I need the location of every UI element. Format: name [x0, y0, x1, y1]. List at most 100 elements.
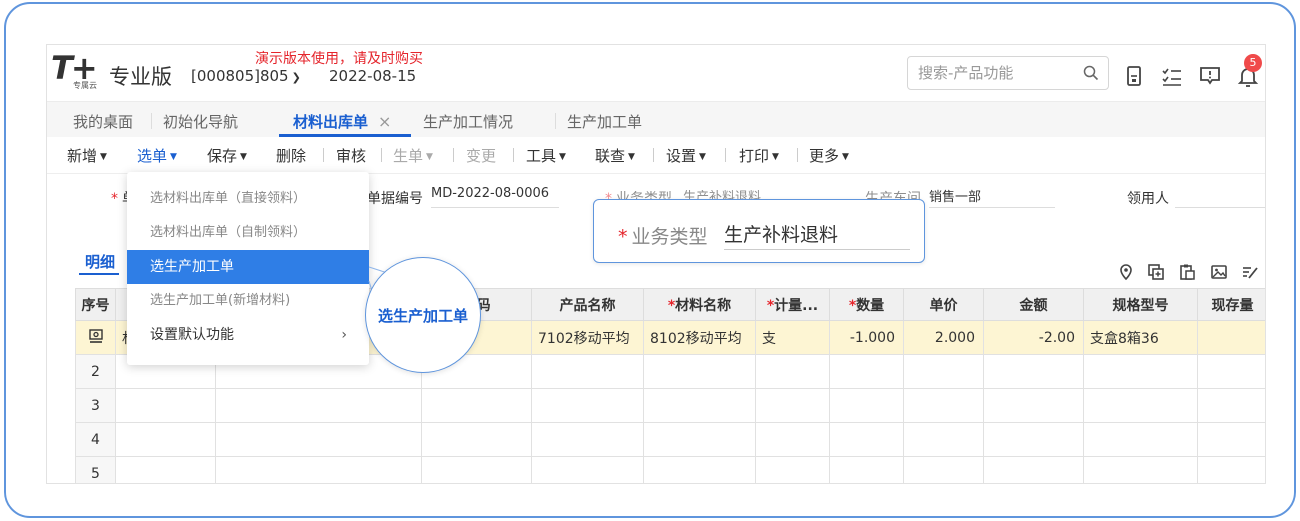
edit-icon[interactable]: [1241, 263, 1259, 281]
grid-cell[interactable]: [643, 354, 756, 389]
linked-query-button[interactable]: 联查 ▼: [595, 145, 635, 166]
table-row[interactable]: 3: [75, 388, 1265, 423]
grid-cell[interactable]: [903, 422, 984, 457]
more-button[interactable]: 更多 ▼: [809, 145, 849, 166]
grid-cell-unit[interactable]: 支: [755, 320, 830, 355]
col-header-product-name[interactable]: 产品名称: [531, 288, 644, 321]
audit-button[interactable]: 审核: [336, 145, 366, 166]
grid-cell[interactable]: [903, 456, 984, 483]
tools-button[interactable]: 工具 ▼: [526, 145, 566, 166]
tab-production-order[interactable]: 生产加工单: [567, 111, 642, 132]
new-button[interactable]: 新增 ▼: [67, 145, 107, 166]
grid-cell[interactable]: [983, 456, 1084, 483]
search-input[interactable]: [908, 57, 1068, 89]
row-settings-icon[interactable]: [88, 328, 104, 344]
tab-material-outbound[interactable]: 材料出库单 ×: [293, 111, 391, 132]
message-icon[interactable]: [1199, 65, 1221, 87]
change-button[interactable]: 变更: [466, 145, 496, 166]
grid-cell[interactable]: [1083, 354, 1198, 389]
doc-no-field[interactable]: MD-2022-08-0006: [431, 186, 559, 208]
grid-cell[interactable]: [1083, 456, 1198, 483]
workshop-field[interactable]: 销售一部: [929, 186, 1055, 208]
grid-cell[interactable]: [531, 388, 644, 423]
grid-cell[interactable]: [983, 422, 1084, 457]
grid-cell[interactable]: [755, 456, 830, 483]
menu-item-select-production-order[interactable]: 选生产加工单: [127, 250, 369, 284]
paste-icon[interactable]: [1178, 263, 1196, 281]
grid-cell[interactable]: [421, 388, 532, 423]
grid-cell[interactable]: [531, 354, 644, 389]
grid-cell[interactable]: [829, 354, 904, 389]
grid-cell[interactable]: [643, 422, 756, 457]
grid-cell[interactable]: [755, 422, 830, 457]
grid-cell-unit-price[interactable]: 2.000: [903, 320, 984, 355]
grid-cell[interactable]: [829, 422, 904, 457]
grid-cell[interactable]: [755, 354, 830, 389]
menu-item-default-settings[interactable]: 设置默认功能 ›: [127, 318, 369, 352]
grid-cell[interactable]: [1083, 388, 1198, 423]
tab-init-guide[interactable]: 初始化导航: [163, 111, 238, 132]
grid-cell[interactable]: [115, 422, 216, 457]
grid-cell[interactable]: [983, 354, 1084, 389]
col-header-unit[interactable]: *计量...: [755, 288, 830, 321]
save-button[interactable]: 保存 ▼: [207, 145, 247, 166]
menu-item-select-outbound-self[interactable]: 选材料出库单（自制领料）: [127, 216, 369, 250]
grid-cell[interactable]: [531, 456, 644, 483]
receiver-field[interactable]: [1175, 186, 1265, 208]
grid-cell[interactable]: [215, 422, 422, 457]
tab-my-desktop[interactable]: 我的桌面: [73, 111, 133, 132]
generate-button[interactable]: 生单 ▼: [393, 145, 433, 166]
print-button[interactable]: 打印 ▼: [739, 145, 779, 166]
grid-cell[interactable]: [643, 456, 756, 483]
col-header-amount[interactable]: 金额: [983, 288, 1084, 321]
grid-cell-stock[interactable]: [1197, 320, 1265, 355]
grid-cell[interactable]: [829, 388, 904, 423]
location-icon[interactable]: [1117, 263, 1135, 281]
account-selector[interactable]: [000805]805 ❯: [191, 67, 301, 85]
grid-cell[interactable]: [983, 388, 1084, 423]
menu-item-select-production-order-new-material[interactable]: 选生产加工单(新增材料): [127, 284, 369, 318]
grid-cell[interactable]: [1197, 354, 1265, 389]
tab-production-status[interactable]: 生产加工情况: [423, 111, 513, 132]
grid-cell[interactable]: [1197, 422, 1265, 457]
col-header-material-name[interactable]: *材料名称: [643, 288, 756, 321]
table-row[interactable]: 5: [75, 456, 1265, 483]
add-row-icon[interactable]: [1147, 263, 1165, 281]
col-header-stock[interactable]: 现存量: [1197, 288, 1265, 321]
col-header-seq[interactable]: 序号: [75, 288, 116, 321]
grid-cell-quantity[interactable]: -1.000: [829, 320, 904, 355]
image-icon[interactable]: [1210, 263, 1228, 281]
task-list-icon[interactable]: [1161, 65, 1183, 87]
search-icon[interactable]: [1083, 65, 1099, 81]
grid-cell-product-name[interactable]: 7102移动平均: [531, 320, 644, 355]
grid-cell-amount[interactable]: -2.00: [983, 320, 1084, 355]
grid-cell-material-name[interactable]: 8102移动平均: [643, 320, 756, 355]
settings-button[interactable]: 设置 ▼: [666, 145, 706, 166]
select-button[interactable]: 选单 ▼: [137, 145, 177, 166]
row-settings-cell[interactable]: [75, 320, 116, 355]
col-header-quantity[interactable]: *数量: [829, 288, 904, 321]
grid-cell[interactable]: [421, 456, 532, 483]
delete-button[interactable]: 删除: [276, 145, 306, 166]
grid-cell[interactable]: [1197, 388, 1265, 423]
grid-cell[interactable]: [643, 388, 756, 423]
col-header-unit-price[interactable]: 单价: [903, 288, 984, 321]
grid-cell[interactable]: [1083, 422, 1198, 457]
grid-cell-spec[interactable]: 支盒8箱36: [1083, 320, 1198, 355]
grid-cell[interactable]: [115, 388, 216, 423]
col-header-spec[interactable]: 规格型号: [1083, 288, 1198, 321]
grid-cell[interactable]: [115, 456, 216, 483]
grid-cell[interactable]: [755, 388, 830, 423]
calculator-icon[interactable]: [1123, 65, 1145, 87]
grid-cell[interactable]: [531, 422, 644, 457]
menu-item-select-outbound-direct[interactable]: 选材料出库单（直接领料）: [127, 182, 369, 216]
grid-cell[interactable]: [1197, 456, 1265, 483]
table-row[interactable]: 4: [75, 422, 1265, 457]
close-icon[interactable]: ×: [378, 112, 391, 131]
grid-cell[interactable]: [829, 456, 904, 483]
grid-cell[interactable]: [215, 456, 422, 483]
grid-cell[interactable]: [903, 388, 984, 423]
grid-cell[interactable]: [215, 388, 422, 423]
grid-cell[interactable]: [421, 422, 532, 457]
tab-detail[interactable]: 明细: [85, 251, 115, 272]
